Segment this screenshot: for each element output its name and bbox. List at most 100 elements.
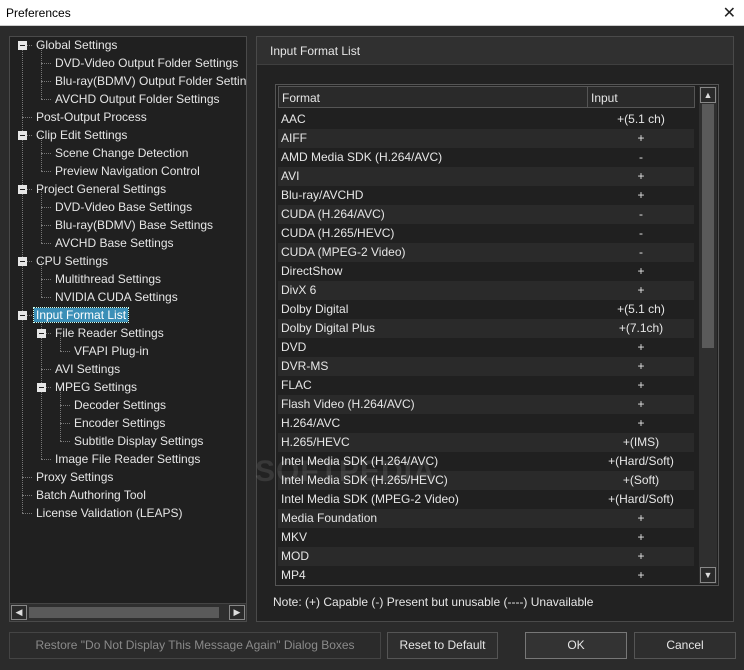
tree-item-label: Image File Reader Settings — [55, 452, 201, 466]
table-row[interactable]: DirectShow + — [278, 262, 694, 281]
input-cell: + — [637, 340, 645, 354]
table-row[interactable]: MOD + — [278, 547, 694, 566]
format-list-rows: AAC +(5.1 ch) AIFF + AMD Media SDK (H.264/AV… — [278, 110, 694, 585]
tree-item[interactable]: Project General Settings — [34, 180, 168, 198]
table-row[interactable]: FLAC + — [278, 376, 694, 395]
tree-item[interactable]: CPU Settings — [34, 252, 110, 270]
table-row[interactable]: DivX 6 + — [278, 281, 694, 300]
table-row[interactable]: MP4 + — [278, 566, 694, 585]
tree-item[interactable]: Subtitle Display Settings — [72, 432, 205, 450]
table-row[interactable]: Dolby Digital +(5.1 ch) — [278, 300, 694, 319]
collapse-icon[interactable] — [18, 257, 27, 266]
table-row[interactable]: Media Foundation + — [278, 509, 694, 528]
tree-item[interactable]: MPEG Settings — [53, 378, 139, 396]
table-row[interactable]: DVD + — [278, 338, 694, 357]
close-icon[interactable]: ✕ — [723, 3, 736, 23]
scroll-down-icon[interactable]: ▼ — [700, 567, 716, 583]
list-vertical-scrollbar[interactable]: ▲ ▼ — [699, 86, 717, 584]
table-row[interactable]: Intel Media SDK (H.264/AVC) +(Hard/Soft) — [278, 452, 694, 471]
format-cell: DVR-MS — [281, 359, 329, 373]
tree-guide-line — [22, 117, 32, 118]
tree-guide-line — [60, 351, 70, 352]
collapse-icon[interactable] — [18, 131, 27, 140]
table-row[interactable]: Intel Media SDK (H.265/HEVC) +(Soft) — [278, 471, 694, 490]
tree-item[interactable]: AVCHD Base Settings — [53, 234, 176, 252]
scroll-right-icon[interactable]: ▶ — [229, 605, 245, 620]
tree-item[interactable]: DVD-Video Output Folder Settings — [53, 54, 240, 72]
cancel-button[interactable]: Cancel — [634, 632, 736, 659]
tree-item-label: Blu-ray(BDMV) Output Folder Settings — [55, 74, 246, 88]
format-cell: Media Foundation — [281, 511, 378, 525]
tree-item[interactable]: Blu-ray(BDMV) Output Folder Settings — [53, 72, 246, 90]
tree-item-label: Scene Change Detection — [55, 146, 189, 160]
column-header-format[interactable]: Format — [278, 86, 588, 108]
format-cell: H.264/AVC — [281, 416, 341, 430]
table-row[interactable]: AAC +(5.1 ch) — [278, 110, 694, 129]
scroll-up-icon[interactable]: ▲ — [700, 87, 716, 103]
tree-guide-line — [60, 441, 70, 442]
tree-item-label: Post-Output Process — [36, 110, 147, 124]
tree-item[interactable]: VFAPI Plug-in — [72, 342, 151, 360]
tree-item[interactable]: Preview Navigation Control — [53, 162, 202, 180]
tree-item[interactable]: Scene Change Detection — [53, 144, 190, 162]
ok-button[interactable]: OK — [525, 632, 627, 659]
tree-item[interactable]: File Reader Settings — [53, 324, 166, 342]
tree-item-label: Batch Authoring Tool — [36, 488, 146, 502]
collapse-icon[interactable] — [18, 41, 27, 50]
table-row[interactable]: Intel Media SDK (MPEG-2 Video) +(Hard/Sof… — [278, 490, 694, 509]
list-scroll-thumb[interactable] — [702, 104, 714, 348]
table-row[interactable]: CUDA (H.265/HEVC) - — [278, 224, 694, 243]
table-row[interactable]: AIFF + — [278, 129, 694, 148]
tree-item[interactable]: Image File Reader Settings — [53, 450, 202, 468]
table-row[interactable]: Blu-ray/AVCHD + — [278, 186, 694, 205]
table-row[interactable]: CUDA (MPEG-2 Video) - — [278, 243, 694, 262]
format-cell: Dolby Digital Plus — [281, 321, 376, 335]
tree-item[interactable]: Clip Edit Settings — [34, 126, 129, 144]
input-cell: +(Hard/Soft) — [608, 454, 674, 468]
tree-item-label: NVIDIA CUDA Settings — [55, 290, 178, 304]
table-row[interactable]: H.265/HEVC +(IMS) — [278, 433, 694, 452]
tree-item[interactable]: Post-Output Process — [34, 108, 149, 126]
collapse-icon[interactable] — [18, 185, 27, 194]
input-cell: + — [637, 397, 645, 411]
column-header-input[interactable]: Input — [587, 86, 695, 108]
table-row[interactable]: DVR-MS + — [278, 357, 694, 376]
tree-item-label: Encoder Settings — [74, 416, 166, 430]
reset-to-default-button[interactable]: Reset to Default — [387, 632, 498, 659]
tree-item-label: AVCHD Base Settings — [55, 236, 174, 250]
tree-item[interactable]: Proxy Settings — [34, 468, 115, 486]
tree-item[interactable]: DVD-Video Base Settings — [53, 198, 194, 216]
table-row[interactable]: AVI + — [278, 167, 694, 186]
tree-item[interactable]: Batch Authoring Tool — [34, 486, 148, 504]
table-row[interactable]: Flash Video (H.264/AVC) + — [278, 395, 694, 414]
tree-item[interactable]: Encoder Settings — [72, 414, 167, 432]
format-cell: Intel Media SDK (H.265/HEVC) — [281, 473, 448, 487]
format-cell: FLAC — [281, 378, 312, 392]
settings-tree[interactable]: Global Settings DVD-Video Output Folder S… — [10, 37, 246, 603]
table-row[interactable]: CUDA (H.264/AVC) - — [278, 205, 694, 224]
tree-item-label: DVD-Video Base Settings — [55, 200, 193, 214]
format-cell: MP4 — [281, 568, 306, 582]
tree-item[interactable]: AVI Settings — [53, 360, 122, 378]
tree-item[interactable]: Blu-ray(BDMV) Base Settings — [53, 216, 215, 234]
collapse-icon[interactable] — [37, 383, 46, 392]
tree-item[interactable]: NVIDIA CUDA Settings — [53, 288, 180, 306]
tree-item[interactable]: Decoder Settings — [72, 396, 168, 414]
tree-item[interactable]: Input Format List — [32, 306, 130, 324]
table-row[interactable]: H.264/AVC + — [278, 414, 694, 433]
tree-item[interactable]: Multithread Settings — [53, 270, 163, 288]
table-row[interactable]: AMD Media SDK (H.264/AVC) - — [278, 148, 694, 167]
collapse-icon[interactable] — [18, 311, 27, 320]
table-row[interactable]: MKV + — [278, 528, 694, 547]
table-row[interactable]: Dolby Digital Plus +(7.1ch) — [278, 319, 694, 338]
input-cell: +(Hard/Soft) — [608, 492, 674, 506]
tree-scroll-thumb[interactable] — [29, 607, 219, 618]
tree-item[interactable]: Global Settings — [34, 37, 119, 54]
tree-guide-line — [41, 369, 51, 370]
tree-item[interactable]: License Validation (LEAPS) — [34, 504, 185, 522]
tree-item[interactable]: AVCHD Output Folder Settings — [53, 90, 222, 108]
collapse-icon[interactable] — [37, 329, 46, 338]
restore-dialogs-button[interactable]: Restore "Do Not Display This Message Aga… — [9, 632, 381, 659]
tree-horizontal-scrollbar[interactable]: ◀ ▶ — [10, 603, 246, 621]
scroll-left-icon[interactable]: ◀ — [11, 605, 27, 620]
